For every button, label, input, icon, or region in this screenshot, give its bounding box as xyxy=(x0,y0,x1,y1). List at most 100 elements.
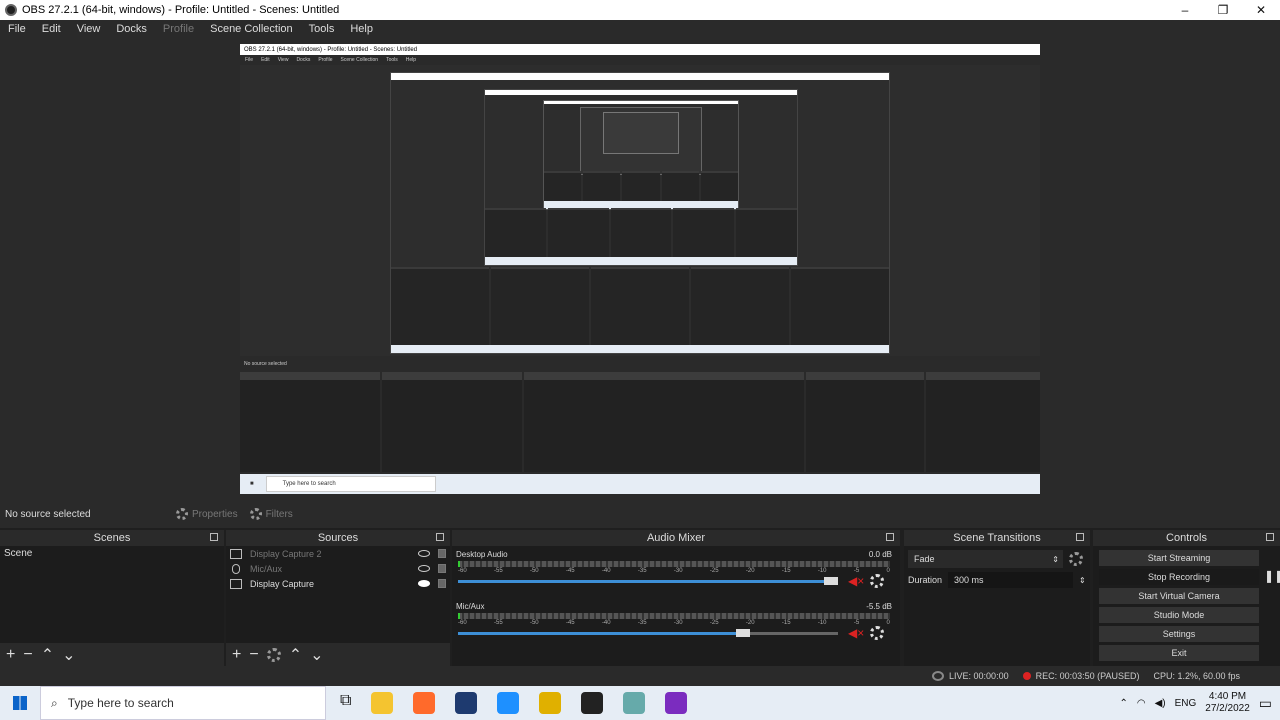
undock-icon[interactable] xyxy=(210,533,218,541)
duration-input[interactable]: 300 ms xyxy=(948,572,1074,588)
undock-icon[interactable] xyxy=(436,533,444,541)
task-view-icon[interactable]: ⧉ xyxy=(340,692,351,714)
move-down-icon[interactable]: ⌄ xyxy=(310,645,323,665)
preview-canvas[interactable]: OBS 27.2.1 (64-bit, windows) - Profile: … xyxy=(240,44,1040,494)
start-streaming-button[interactable]: Start Streaming xyxy=(1099,550,1259,566)
window-title: OBS 27.2.1 (64-bit, windows) - Profile: … xyxy=(22,4,340,16)
eye-icon[interactable] xyxy=(418,580,430,587)
notification-icon[interactable]: ▭ xyxy=(1259,695,1272,712)
scale-tick: -55 xyxy=(493,568,503,574)
menu-view[interactable]: View xyxy=(69,23,109,35)
studio-mode-button[interactable]: Studio Mode xyxy=(1099,607,1259,623)
exit-button[interactable]: Exit xyxy=(1099,645,1259,661)
gear-icon[interactable] xyxy=(1069,552,1083,566)
vpn-icon[interactable] xyxy=(455,692,478,714)
menu-tools[interactable]: Tools xyxy=(301,23,343,35)
nested-bar xyxy=(391,73,889,80)
remove-icon[interactable]: − xyxy=(249,646,258,664)
nested-title-bar: OBS 27.2.1 (64-bit, windows) - Profile: … xyxy=(240,44,1040,55)
speaker-icon[interactable]: ◀× xyxy=(848,627,864,639)
sources-list[interactable]: Display Capture 2 Mic/Aux Display Captur… xyxy=(226,546,450,643)
add-icon[interactable]: + xyxy=(232,646,241,664)
scale-tick: -45 xyxy=(565,568,575,574)
clock[interactable]: 4:40 PM 27/2/2022 xyxy=(1205,691,1250,715)
speaker-icon[interactable]: ◀× xyxy=(848,575,864,587)
lock-icon[interactable] xyxy=(438,579,446,588)
menu-edit[interactable]: Edit xyxy=(34,23,69,35)
remove-icon[interactable]: − xyxy=(23,646,32,664)
scene-item[interactable]: Scene xyxy=(0,546,224,561)
gear-icon[interactable] xyxy=(266,647,281,662)
undock-icon[interactable] xyxy=(886,533,894,541)
audio-mixer-dock: Audio Mixer Desktop Audio 0.0 dB -60 -55… xyxy=(452,530,900,666)
nested-dock-row xyxy=(240,372,1040,472)
undock-icon[interactable] xyxy=(1076,533,1084,541)
onenote-icon[interactable] xyxy=(665,692,688,714)
eye-icon[interactable] xyxy=(418,565,430,572)
settings-button[interactable]: Settings xyxy=(1099,626,1259,642)
lock-icon[interactable] xyxy=(438,549,446,558)
sources-header: Sources xyxy=(226,530,450,546)
meter-scale: -60 -55 -50 -45 -40 -35 -30 -25 -20 -15 … xyxy=(458,568,890,574)
volume-icon[interactable]: ◀) xyxy=(1155,698,1166,709)
menu-scene-collection[interactable]: Scene Collection xyxy=(202,23,301,35)
gear-icon[interactable] xyxy=(870,574,884,588)
minimize-button[interactable]: – xyxy=(1166,0,1204,20)
preview-area[interactable]: OBS 27.2.1 (64-bit, windows) - Profile: … xyxy=(0,38,1280,500)
obs-icon[interactable] xyxy=(581,692,604,714)
scale-tick: -25 xyxy=(709,568,719,574)
menu-docks[interactable]: Docks xyxy=(108,23,155,35)
taskbar-search[interactable]: ⌕ Type here to search xyxy=(40,686,326,720)
chevron-up-icon[interactable]: ⌃ xyxy=(1119,698,1127,709)
menu-help[interactable]: Help xyxy=(342,23,381,35)
move-up-icon[interactable]: ⌃ xyxy=(289,645,302,665)
undock-icon[interactable] xyxy=(1266,533,1274,541)
app-icon[interactable] xyxy=(623,692,646,714)
channel-name: Mic/Aux xyxy=(456,602,485,611)
source-item[interactable]: Display Capture xyxy=(226,576,450,591)
sources-toolbar: + − ⌃ ⌄ xyxy=(226,643,450,666)
scale-tick: -10 xyxy=(817,620,827,626)
add-icon[interactable]: + xyxy=(6,646,15,664)
start-button[interactable] xyxy=(0,686,40,720)
source-item[interactable]: Mic/Aux xyxy=(226,561,450,576)
gear-icon[interactable] xyxy=(870,626,884,640)
spinner-icon[interactable]: ⇕ xyxy=(1079,576,1086,585)
firefox-icon[interactable] xyxy=(413,692,436,714)
eye-icon[interactable] xyxy=(418,550,430,557)
lock-icon[interactable] xyxy=(438,564,446,573)
app-icon[interactable] xyxy=(539,692,562,714)
record-icon xyxy=(1022,672,1031,680)
close-button[interactable]: ✕ xyxy=(1242,0,1280,20)
scale-tick: 0 xyxy=(886,568,890,574)
nested-capture-4 xyxy=(543,100,739,210)
file-explorer-icon[interactable] xyxy=(371,692,394,714)
stop-recording-button[interactable]: Stop Recording xyxy=(1099,569,1259,585)
start-virtual-camera-button[interactable]: Start Virtual Camera xyxy=(1099,588,1259,604)
volume-slider[interactable] xyxy=(458,577,838,585)
scale-tick: -40 xyxy=(601,620,611,626)
properties-button[interactable]: Properties xyxy=(170,504,244,524)
slider-handle[interactable] xyxy=(736,629,751,637)
transition-select[interactable]: Fade ⇕ xyxy=(908,550,1063,568)
source-label: Mic/Aux xyxy=(250,563,283,574)
volume-slider[interactable] xyxy=(458,629,838,637)
menu-profile[interactable]: Profile xyxy=(155,23,202,35)
language-indicator[interactable]: ENG xyxy=(1175,698,1197,709)
move-down-icon[interactable]: ⌄ xyxy=(62,645,75,665)
taskbar-apps: ⧉ xyxy=(340,692,688,714)
slider-handle[interactable] xyxy=(824,577,838,585)
nested-bar xyxy=(544,101,738,104)
filters-button[interactable]: Filters xyxy=(244,504,299,524)
move-up-icon[interactable]: ⌃ xyxy=(41,645,54,665)
source-label: Display Capture xyxy=(250,578,315,589)
maximize-button[interactable]: ❐ xyxy=(1204,0,1242,20)
pause-icon[interactable]: ❚❚ xyxy=(1264,569,1280,583)
windows-taskbar: ⌕ Type here to search ⧉ ⌃ ◠ ◀) ENG 4:40 … xyxy=(0,686,1280,720)
scenes-list[interactable]: Scene xyxy=(0,546,224,643)
scenes-dock: Scenes Scene + − ⌃ ⌄ xyxy=(0,530,224,666)
source-item[interactable]: Display Capture 2 xyxy=(226,546,450,561)
menu-file[interactable]: File xyxy=(0,23,34,35)
wifi-icon[interactable]: ◠ xyxy=(1137,698,1146,709)
edge-icon[interactable] xyxy=(497,692,520,714)
